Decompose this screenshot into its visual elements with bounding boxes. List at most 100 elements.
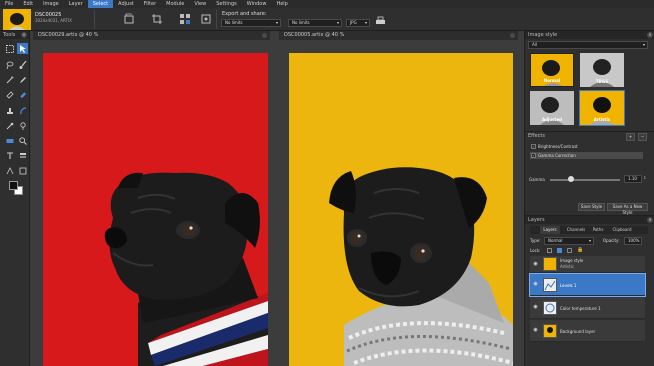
blend-mode-dropdown[interactable]: Normal ▾ [544, 237, 594, 245]
effect-gamma-label: Gamma Correction [538, 153, 576, 158]
layers-header: Layers × [525, 216, 654, 224]
smudge-icon[interactable] [17, 105, 28, 116]
style-thumb-tbs[interactable]: TB&S [580, 53, 624, 87]
layer-background[interactable]: ◉ Background layer [530, 320, 645, 342]
visibility-icon[interactable]: ◉ [532, 327, 539, 334]
close-icon[interactable]: × [21, 32, 27, 38]
chevron-down-icon: ▾ [588, 238, 591, 243]
style-filter-dropdown[interactable]: All ▾ [528, 41, 648, 49]
effect-brightness-label: Brightness/Contrast [538, 144, 578, 149]
dodge-icon[interactable] [17, 120, 28, 131]
checkbox-icon[interactable]: ✓ [531, 144, 536, 149]
menu-image[interactable]: Image [38, 0, 64, 8]
close-icon[interactable] [510, 33, 515, 38]
text-icon[interactable] [4, 150, 15, 161]
image-style-title: Image style [528, 32, 558, 38]
menu-help[interactable]: Help [271, 0, 292, 8]
lock-all-icon[interactable]: 🔒 [577, 247, 583, 253]
zoom-icon[interactable] [17, 135, 28, 146]
tab-paths[interactable]: Paths [590, 226, 606, 234]
chevron-down-icon: ▾ [275, 20, 278, 25]
right-panel: Image style × All ▾ Normal TB&S Adjusted… [524, 31, 654, 366]
shape-icon[interactable] [17, 165, 28, 176]
close-icon[interactable]: × [647, 32, 653, 38]
pug-photo-red [43, 53, 268, 366]
gamma-slider-track[interactable] [550, 176, 620, 182]
move-arrow-icon[interactable] [17, 43, 28, 54]
remove-effect-button[interactable]: − [638, 133, 647, 141]
style-thumb-normal[interactable]: Normal [530, 53, 574, 87]
effect-brightness-contrast[interactable]: ✓ Brightness/Contrast [530, 143, 643, 150]
menu-window[interactable]: Window [242, 0, 272, 8]
crop-icon[interactable] [150, 12, 164, 26]
gamma-value-input[interactable]: 1.10 [624, 175, 642, 183]
tab-clipboard[interactable]: Clipboard [610, 226, 634, 234]
eraser-icon[interactable] [4, 89, 15, 100]
stamp-icon[interactable] [4, 105, 15, 116]
menu-edit[interactable]: Edit [18, 0, 38, 8]
tab-channels[interactable]: Channels [564, 226, 588, 234]
document-thumbnail[interactable] [3, 9, 31, 30]
menu-select[interactable]: Select [87, 0, 114, 8]
visibility-icon[interactable]: ◉ [532, 304, 539, 311]
arrange-icon[interactable] [178, 12, 192, 26]
gamma-slider-handle[interactable] [568, 176, 574, 182]
save-new-style-button[interactable]: Save As a New Style [607, 203, 648, 215]
eyedropper-icon[interactable] [4, 120, 15, 131]
save-style-button[interactable]: Save Style [578, 203, 605, 211]
lock-pixels-icon[interactable] [557, 248, 562, 253]
pen-icon[interactable] [4, 165, 15, 176]
menu-settings[interactable]: Settings [211, 0, 242, 8]
magic-wand-icon[interactable] [4, 74, 15, 85]
lock-position-icon[interactable] [567, 248, 572, 253]
tab-layers[interactable]: Layers [540, 226, 560, 234]
close-icon[interactable] [262, 33, 267, 38]
image-style-header: Image style × [525, 31, 654, 39]
export-format-dropdown[interactable]: JPG ▾ [346, 19, 370, 27]
pencil-icon[interactable] [17, 74, 28, 85]
style-thumb-tbs-label: TB&S [595, 79, 609, 84]
menu-file[interactable]: File [0, 0, 18, 8]
rotate-icon[interactable] [122, 12, 136, 26]
menu-adjust[interactable]: Adjust [113, 0, 139, 8]
lock-transparency-icon[interactable] [547, 248, 552, 253]
layer-thumb [543, 301, 557, 315]
close-icon[interactable]: × [647, 217, 653, 223]
print-icon[interactable] [373, 14, 387, 28]
style-filter-value: All [532, 42, 537, 47]
menu-filter[interactable]: Filter [139, 0, 161, 8]
style-thumb-artistic[interactable]: Artistic [579, 90, 625, 126]
chevron-down-icon: ▾ [642, 42, 645, 47]
doc-tab-2[interactable]: DSC00005.artix @ 40 % [279, 31, 518, 40]
export-size2-dropdown[interactable]: No limits ▾ [288, 19, 342, 27]
divider [94, 10, 95, 29]
bandage-icon[interactable] [17, 89, 28, 100]
foreground-color-swatch-front[interactable] [9, 181, 18, 190]
spin-icon[interactable]: ⇕ [643, 175, 646, 180]
layer-color-temperature-1[interactable]: ◉ Color temperature 1 [530, 297, 645, 319]
menu-layer[interactable]: Layer [64, 0, 88, 8]
add-effect-button[interactable]: + [626, 133, 635, 141]
layer-levels-1[interactable]: ◉ Levels 1 [529, 273, 646, 297]
canvas-yellow-pug[interactable] [289, 53, 513, 366]
visibility-icon[interactable]: ◉ [532, 281, 539, 288]
layers-stack-icon[interactable] [17, 150, 28, 161]
menu-module[interactable]: Module [161, 0, 189, 8]
rect-select-icon[interactable] [4, 43, 15, 54]
doc-tab-1[interactable]: DSC00029.artix @ 40 % [33, 31, 270, 40]
opacity-input[interactable]: 100% [624, 237, 642, 245]
doc-tab-2-title: DSC00005.artix @ 40 % [284, 32, 345, 38]
checkbox-icon[interactable]: ✓ [531, 153, 536, 158]
effect-gamma-correction[interactable]: ✓ Gamma Correction [530, 152, 643, 159]
layer-image-style[interactable]: ◉ Image style Artistic [530, 256, 645, 273]
canvas-red-pug[interactable] [43, 53, 268, 366]
menu-view[interactable]: View [189, 0, 211, 8]
visibility-icon[interactable]: ◉ [532, 261, 539, 268]
lasso-icon[interactable] [4, 59, 15, 70]
style-thumb-adjusted[interactable]: Adjusted [530, 91, 574, 125]
export-format-value: JPG [350, 20, 357, 25]
brush-icon[interactable] [17, 59, 28, 70]
export-size-dropdown[interactable]: No limits ▾ [221, 19, 281, 27]
share-icon[interactable] [199, 12, 213, 26]
gradient-icon[interactable] [4, 135, 15, 146]
